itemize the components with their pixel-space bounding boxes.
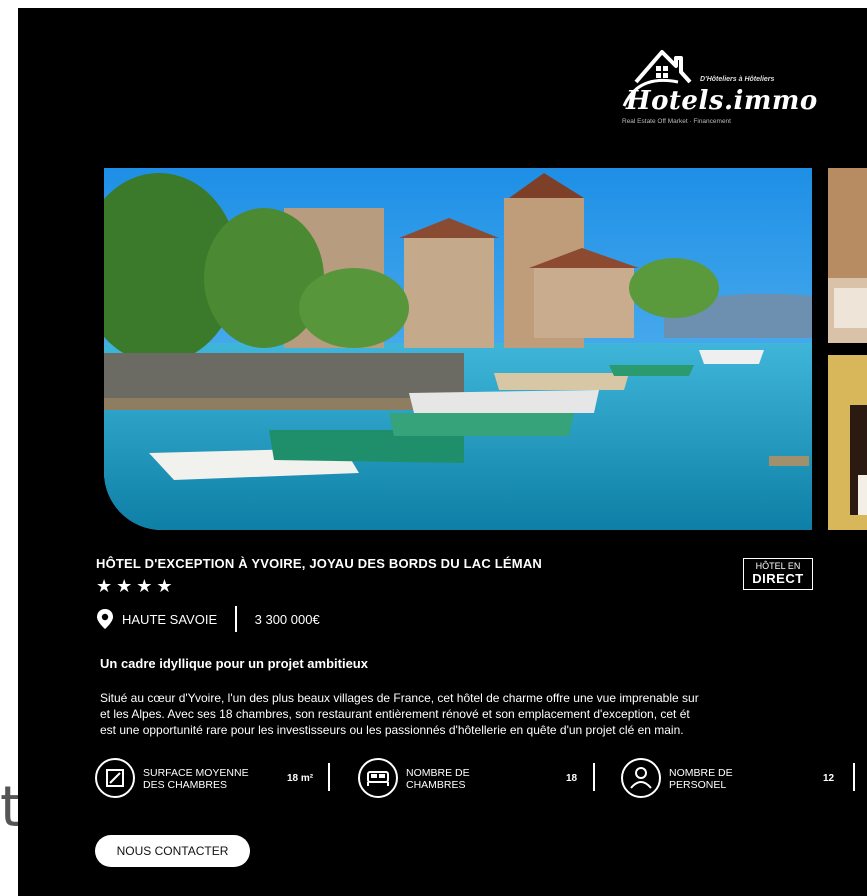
feature-room-area: SURFACE MOYENNE DES CHAMBRES 18 m²: [95, 758, 335, 802]
description-line: et les Alpes. Avec ses 18 chambres, son …: [100, 707, 690, 721]
hotel-photo-room[interactable]: [828, 168, 867, 343]
feature-label-line1: NOMBRE DE: [406, 767, 470, 779]
location-price-row: HAUTE SAVOIE 3 300 000€: [96, 606, 320, 632]
description-line: est une opportunité rare pour les invest…: [100, 723, 684, 737]
logo-brand: Hotels.immo: [626, 86, 818, 116]
hotel-photo-bedroom[interactable]: [828, 355, 867, 530]
logo-tagline: Real Estate Off Market · Financement: [622, 118, 731, 125]
feature-label-line2: DES CHAMBRES: [143, 779, 228, 791]
bedroom-photo: [828, 355, 867, 530]
feature-label-line2: PERSONEL: [669, 779, 727, 791]
feature-label: SURFACE MOYENNE DES CHAMBRES: [143, 767, 249, 791]
section-subtitle: Un cadre idyllique pour un projet ambiti…: [100, 656, 368, 671]
hotel-photo-main[interactable]: [104, 168, 812, 530]
feature-label-line2: CHAMBRES: [406, 779, 466, 791]
listing-title: HÔTEL D'EXCEPTION À YVOIRE, JOYAU DES BO…: [96, 556, 543, 571]
bed-icon: [358, 758, 398, 798]
description-line: Situé au cœur d'Yvoire, l'un des plus be…: [100, 691, 699, 705]
divider: [593, 763, 595, 791]
feature-label: NOMBRE DE PERSONEL: [669, 767, 733, 791]
listing-description: Situé au cœur d'Yvoire, l'un des plus be…: [100, 690, 867, 738]
room-photo: [828, 168, 867, 343]
feature-value: 18 m²: [287, 773, 314, 784]
contact-button[interactable]: NOUS CONTACTER: [95, 835, 250, 867]
feature-room-count: NOMBRE DE CHAMBRES 18: [358, 758, 598, 802]
feature-value: 12: [823, 773, 835, 784]
star-rating: ★★★★: [96, 576, 177, 596]
location-pin-icon: [97, 609, 113, 629]
area-icon: [95, 758, 135, 798]
hotel-en-direct-badge: HÔTEL EN DIRECT: [743, 558, 813, 590]
lake-village-photo: [104, 168, 812, 530]
feature-staff-count: NOMBRE DE PERSONEL 12: [621, 758, 867, 802]
edge-fragment: t: [0, 775, 18, 840]
logo-kicker: D'Hôteliers à Hôteliers: [700, 76, 775, 83]
location-text: HAUTE SAVOIE: [122, 611, 218, 627]
feature-label: NOMBRE DE CHAMBRES: [406, 767, 470, 791]
hotels-immo-logo[interactable]: D'Hôteliers à Hôteliers Hotels.immo Real…: [618, 44, 817, 130]
badge-line2: DIRECT: [752, 571, 804, 586]
person-icon: [621, 758, 661, 798]
price-text: 3 300 000€: [254, 611, 320, 627]
divider: [853, 763, 855, 791]
divider: [328, 763, 330, 791]
feature-label-line1: SURFACE MOYENNE: [143, 767, 249, 779]
listing-panel: D'Hôteliers à Hôteliers Hotels.immo Real…: [18, 8, 867, 896]
feature-value: 18: [566, 773, 578, 784]
top-strip: [0, 0, 867, 8]
divider: [235, 606, 237, 632]
feature-label-line1: NOMBRE DE: [669, 767, 733, 779]
